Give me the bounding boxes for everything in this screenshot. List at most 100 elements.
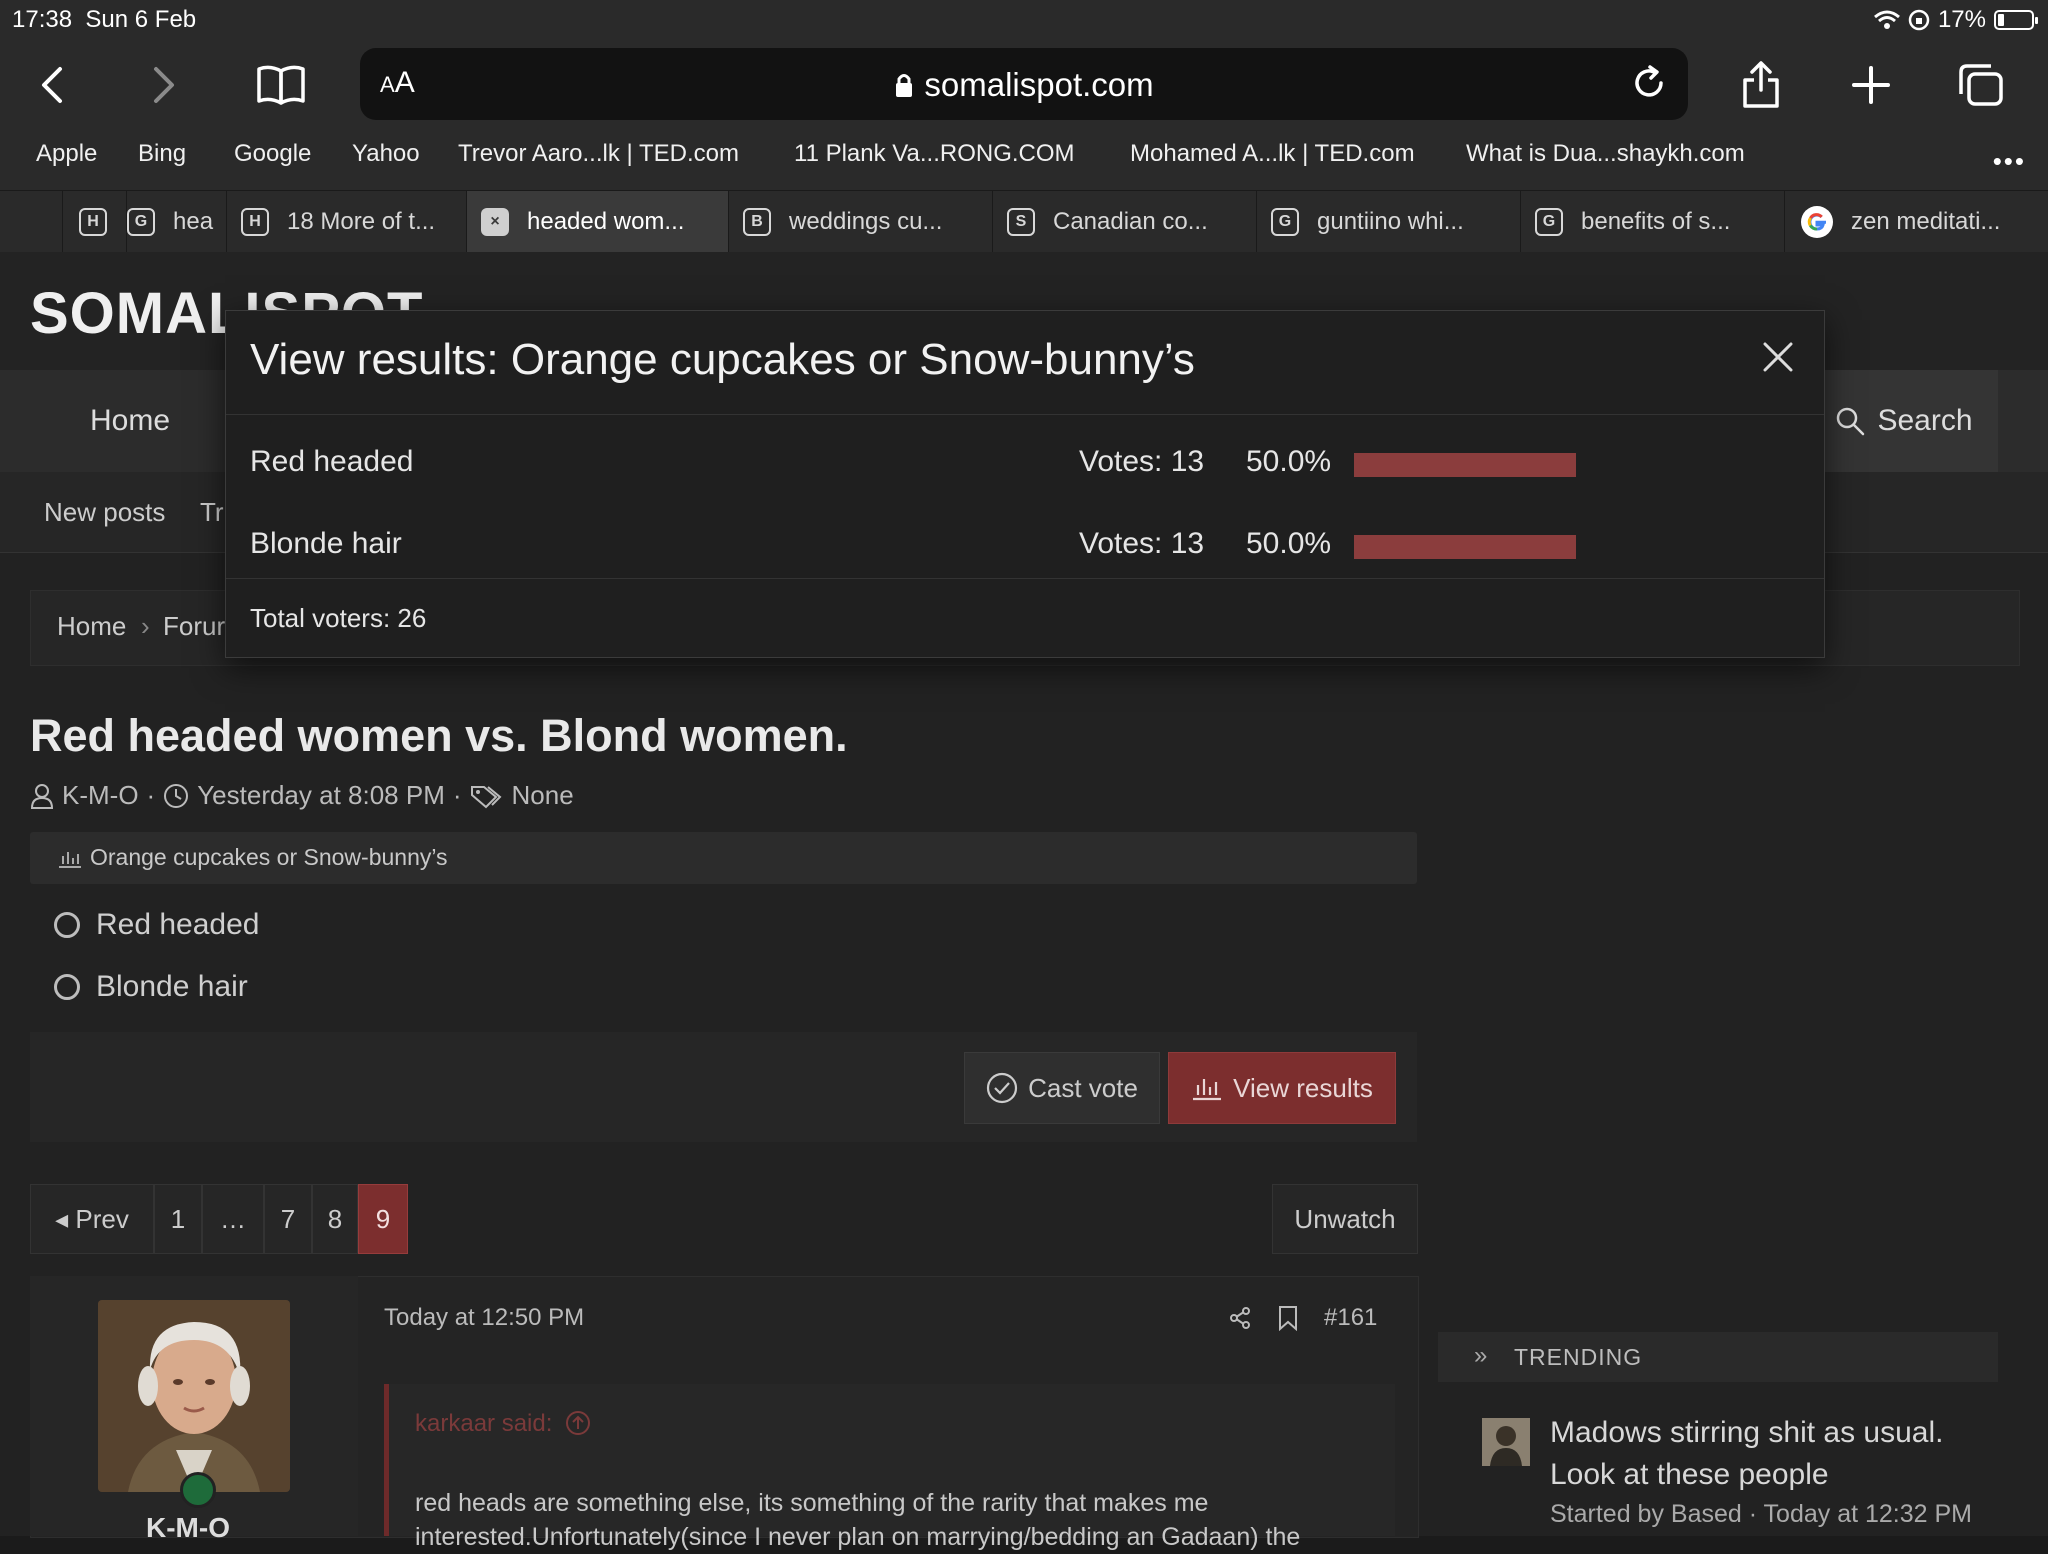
quote-text: red heads are something else, its someth… bbox=[415, 1489, 1301, 1551]
total-voters: Total voters: 26 bbox=[250, 603, 427, 633]
bar-chart-icon bbox=[1193, 1079, 1222, 1101]
post-date[interactable]: Today at 12:50 PM bbox=[384, 1304, 584, 1332]
favorite-link[interactable]: Yahoo bbox=[352, 140, 420, 168]
online-status-icon bbox=[180, 1472, 216, 1508]
result-row: Blonde hair Votes: 13 50.0% bbox=[226, 515, 1824, 575]
result-bar-fill bbox=[1354, 453, 1576, 477]
favorite-link[interactable]: 11 Plank Va...RONG.COM bbox=[794, 140, 1075, 168]
breadcrumb-forums[interactable]: Forur bbox=[163, 611, 225, 642]
post-username[interactable]: K-M-O bbox=[146, 1512, 230, 1544]
pagination-current-page[interactable]: 9 bbox=[358, 1184, 408, 1254]
breadcrumb-home[interactable]: Home bbox=[57, 611, 126, 642]
browser-tab[interactable]: zen meditati... bbox=[1784, 191, 2048, 253]
thread-date[interactable]: Yesterday at 8:08 PM bbox=[197, 780, 445, 811]
more-favorites-button[interactable]: ••• bbox=[1993, 146, 2026, 177]
google-favicon-icon bbox=[1801, 206, 1833, 238]
status-time: 17:38 Sun 6 Feb bbox=[12, 6, 197, 33]
new-tab-icon[interactable] bbox=[1844, 58, 1898, 112]
tabs-overview-icon[interactable] bbox=[1954, 58, 2008, 112]
favorite-link[interactable]: Google bbox=[234, 140, 311, 168]
thread-author[interactable]: K-M-O bbox=[62, 780, 139, 811]
tab-favicon: H bbox=[241, 208, 269, 236]
result-bar bbox=[1354, 453, 1576, 477]
radio-button[interactable] bbox=[54, 912, 80, 938]
close-icon[interactable] bbox=[1762, 341, 1794, 373]
result-option-label: Red headed bbox=[250, 445, 414, 478]
browser-tab[interactable]: H 18 More of t... bbox=[226, 191, 467, 253]
wifi-icon bbox=[1873, 10, 1900, 29]
trending-label: TRENDING bbox=[1514, 1344, 1643, 1370]
trending-thread-title[interactable]: Madows stirring shit as usual. Look at t… bbox=[1550, 1412, 2010, 1496]
poll-option[interactable]: Blonde hair bbox=[54, 970, 248, 1004]
result-row: Red headed Votes: 13 50.0% bbox=[226, 433, 1824, 493]
browser-tab-bar: H Ghea H 18 More of t... × headed wom... B… bbox=[0, 190, 2048, 253]
browser-tab-active[interactable]: × headed wom... bbox=[466, 191, 729, 253]
share-icon[interactable] bbox=[1228, 1306, 1252, 1330]
bookmark-icon[interactable] bbox=[1278, 1305, 1298, 1331]
browser-toolbar: AA somalispot.com bbox=[0, 40, 2048, 130]
browser-tab[interactable]: H bbox=[62, 191, 125, 253]
browser-tab[interactable]: S Canadian co... bbox=[992, 191, 1257, 253]
tab-favicon: S bbox=[1007, 208, 1035, 236]
favorite-link[interactable]: Apple bbox=[36, 140, 97, 168]
browser-tab[interactable]: Ghea bbox=[126, 191, 227, 253]
tab-favicon: H bbox=[79, 208, 107, 236]
trending-thumbnail[interactable] bbox=[1482, 1418, 1530, 1466]
result-option-label: Blonde hair bbox=[250, 527, 402, 560]
pagination-prev[interactable]: ◂ Prev bbox=[30, 1184, 154, 1254]
subnav-trending[interactable]: Tr bbox=[200, 497, 224, 528]
divider bbox=[226, 578, 1824, 579]
thread-tags: None bbox=[511, 780, 574, 810]
bar-chart-icon bbox=[59, 852, 81, 868]
battery-percent: 17% bbox=[1937, 6, 1986, 33]
cast-vote-button[interactable]: Cast vote bbox=[964, 1052, 1160, 1124]
pagination-page[interactable]: 8 bbox=[312, 1184, 358, 1254]
nav-search-button[interactable]: Search bbox=[1810, 370, 1998, 472]
thread-meta: K-M-O · Yesterday at 8:08 PM · None bbox=[30, 780, 574, 811]
forward-icon[interactable] bbox=[136, 58, 190, 112]
favorites-bar: Apple Bing Google Yahoo Trevor Aaro...lk… bbox=[0, 130, 2048, 190]
unwatch-button[interactable]: Unwatch bbox=[1272, 1184, 1418, 1254]
poll-header: Orange cupcakes or Snow-bunny’s bbox=[30, 832, 1417, 884]
arrow-up-circle-icon[interactable] bbox=[565, 1410, 591, 1436]
double-chevron-icon: » bbox=[1474, 1342, 1488, 1369]
result-percent: 50.0% bbox=[1246, 527, 1332, 560]
poll-option[interactable]: Red headed bbox=[54, 908, 259, 942]
close-tab-icon[interactable]: × bbox=[481, 208, 509, 236]
divider bbox=[226, 414, 1824, 415]
result-percent: 50.0% bbox=[1246, 445, 1332, 478]
check-circle-icon bbox=[986, 1072, 1018, 1104]
user-icon bbox=[30, 783, 54, 809]
pagination-page[interactable]: 7 bbox=[264, 1184, 312, 1254]
clock-icon bbox=[164, 783, 189, 808]
post-actions: #161 bbox=[1228, 1304, 1377, 1332]
pagination-ellipsis[interactable]: … bbox=[202, 1184, 264, 1254]
favorite-link[interactable]: Trevor Aaro...lk | TED.com bbox=[458, 140, 739, 168]
result-bar bbox=[1354, 535, 1576, 559]
trending-header[interactable]: » TRENDING bbox=[1438, 1332, 1998, 1382]
quote-author[interactable]: karkaar said: bbox=[415, 1410, 591, 1438]
orientation-lock-icon bbox=[1908, 9, 1930, 31]
address-bar[interactable]: AA somalispot.com bbox=[360, 48, 1688, 120]
radio-button[interactable] bbox=[54, 974, 80, 1000]
share-icon[interactable] bbox=[1734, 58, 1788, 112]
quote-block: karkaar said: red heads are something el… bbox=[384, 1384, 1395, 1551]
favorite-link[interactable]: What is Dua...shaykh.com bbox=[1466, 140, 1745, 168]
poll-question: Orange cupcakes or Snow-bunny’s bbox=[90, 844, 448, 870]
browser-tab[interactable]: Gbenefits of s... bbox=[1520, 191, 1785, 253]
avatar[interactable] bbox=[98, 1300, 290, 1492]
tab-favicon: B bbox=[743, 208, 771, 236]
favorite-link[interactable]: Mohamed A...lk | TED.com bbox=[1130, 140, 1415, 168]
subnav-new-posts[interactable]: New posts bbox=[44, 497, 165, 528]
bookmarks-icon[interactable] bbox=[254, 58, 308, 112]
pagination-page[interactable]: 1 bbox=[154, 1184, 202, 1254]
favorite-link[interactable]: Bing bbox=[138, 140, 186, 168]
tab-favicon: G bbox=[127, 208, 155, 236]
back-icon[interactable] bbox=[26, 58, 80, 112]
browser-tab[interactable]: Bweddings cu... bbox=[728, 191, 993, 253]
post-number[interactable]: #161 bbox=[1324, 1304, 1377, 1332]
view-results-button[interactable]: View results bbox=[1168, 1052, 1396, 1124]
browser-tab[interactable]: Gguntiino whi... bbox=[1256, 191, 1521, 253]
nav-home[interactable]: Home bbox=[90, 404, 170, 438]
reload-icon[interactable] bbox=[1630, 64, 1668, 102]
